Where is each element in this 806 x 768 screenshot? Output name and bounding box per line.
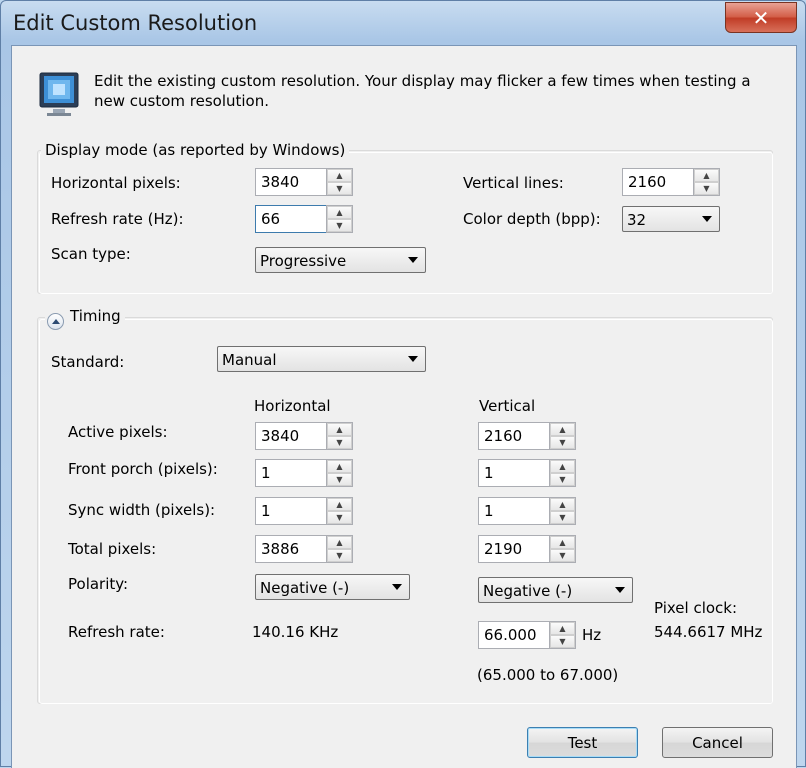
window-title: Edit Custom Resolution <box>13 11 258 35</box>
spin-down-icon[interactable]: ▼ <box>550 511 575 524</box>
hz-unit-label: Hz <box>582 626 602 644</box>
spin-up-icon[interactable]: ▲ <box>327 423 352 436</box>
dialog-window: Edit Custom Resolution ✕ Edit the existi… <box>0 0 806 768</box>
pixel-clock-label: Pixel clock: <box>654 599 738 617</box>
pixel-clock-value: 544.6617 MHz <box>654 623 763 641</box>
chevron-down-icon <box>615 587 625 593</box>
active-pixels-v-spinner: 2160 ▲ ▼ <box>478 422 576 450</box>
color-depth-value: 32 <box>627 211 647 229</box>
timing-legend-label: Timing <box>70 307 121 325</box>
dialog-body: Edit the existing custom resolution. You… <box>11 45 797 768</box>
spin-up-icon[interactable]: ▲ <box>550 498 575 511</box>
spin-down-icon[interactable]: ▼ <box>550 635 575 648</box>
spin-down-icon[interactable]: ▼ <box>327 182 352 195</box>
test-button[interactable]: Test <box>527 727 638 758</box>
chevron-down-icon <box>702 216 712 222</box>
spin-down-icon[interactable]: ▼ <box>694 182 719 195</box>
active-pixels-h-spinner: 3840 ▲ ▼ <box>255 422 353 450</box>
total-pixels-label: Total pixels: <box>68 540 157 558</box>
front-porch-h-spinner: 1 ▲ ▼ <box>255 459 353 487</box>
spin-down-icon[interactable]: ▼ <box>550 436 575 449</box>
vertical-lines-spinner: 2160 ▲ ▼ <box>622 168 720 196</box>
sync-width-v-input[interactable]: 1 <box>478 497 549 525</box>
total-pixels-v-input[interactable]: 2190 <box>478 535 549 563</box>
scan-type-select[interactable]: Progressive <box>255 247 426 273</box>
intro-text: Edit the existing custom resolution. You… <box>94 72 751 110</box>
spin-down-icon[interactable]: ▼ <box>327 549 352 562</box>
standard-value: Manual <box>222 351 277 369</box>
spin-up-icon[interactable]: ▲ <box>327 460 352 473</box>
vertical-refresh-spinner: 66.000 ▲ ▼ <box>478 621 576 649</box>
chevron-down-icon <box>392 584 402 590</box>
vertical-refresh-input[interactable]: 66.000 <box>478 621 549 649</box>
spin-up-icon[interactable]: ▲ <box>327 498 352 511</box>
polarity-h-select[interactable]: Negative (-) <box>255 574 410 600</box>
refresh-range-label: (65.000 to 67.000) <box>477 666 619 684</box>
spin-up-icon[interactable]: ▲ <box>694 169 719 182</box>
sync-width-h-input[interactable]: 1 <box>255 497 326 525</box>
scan-type-value: Progressive <box>260 252 347 270</box>
sync-width-v-spinner: 1 ▲ ▼ <box>478 497 576 525</box>
total-pixels-h-input[interactable]: 3886 <box>255 535 326 563</box>
refresh-rate-hz-label: Refresh rate (Hz): <box>51 210 184 228</box>
close-button[interactable]: ✕ <box>725 2 797 33</box>
chevron-down-icon <box>408 356 418 362</box>
refresh-rate-spinner: 66 ▲ ▼ <box>255 205 353 233</box>
scan-type-label: Scan type: <box>51 245 131 263</box>
spin-down-icon[interactable]: ▼ <box>550 473 575 486</box>
standard-label: Standard: <box>51 353 125 371</box>
sync-width-h-spinner: 1 ▲ ▼ <box>255 497 353 525</box>
refresh-rate-input[interactable]: 66 <box>255 205 326 233</box>
polarity-label: Polarity: <box>68 575 129 593</box>
display-mode-legend: Display mode (as reported by Windows) <box>41 141 350 159</box>
horizontal-refresh-value: 140.16 KHz <box>252 623 339 641</box>
chevron-down-icon <box>408 257 418 263</box>
cancel-button[interactable]: Cancel <box>662 727 773 758</box>
front-porch-v-input[interactable]: 1 <box>478 459 549 487</box>
spin-down-icon[interactable]: ▼ <box>327 219 352 232</box>
spin-down-icon[interactable]: ▼ <box>327 473 352 486</box>
front-porch-v-spinner: 1 ▲ ▼ <box>478 459 576 487</box>
horizontal-pixels-spinner: 3840 ▲ ▼ <box>255 168 353 196</box>
spin-up-icon[interactable]: ▲ <box>550 622 575 635</box>
timing-legend: Timing <box>45 307 125 330</box>
horizontal-pixels-label: Horizontal pixels: <box>51 174 181 192</box>
vertical-column-header: Vertical <box>479 397 536 415</box>
monitor-icon <box>38 71 80 117</box>
spin-up-icon[interactable]: ▲ <box>550 423 575 436</box>
standard-select[interactable]: Manual <box>217 346 426 372</box>
sync-width-label: Sync width (pixels): <box>68 501 216 519</box>
color-depth-select[interactable]: 32 <box>622 206 720 232</box>
vertical-lines-label: Vertical lines: <box>463 174 564 192</box>
active-pixels-label: Active pixels: <box>68 423 168 441</box>
spin-up-icon[interactable]: ▲ <box>327 206 352 219</box>
collapse-icon[interactable] <box>47 313 64 330</box>
spin-down-icon[interactable]: ▼ <box>327 511 352 524</box>
total-pixels-v-spinner: 2190 ▲ ▼ <box>478 535 576 563</box>
front-porch-h-input[interactable]: 1 <box>255 459 326 487</box>
spin-up-icon[interactable]: ▲ <box>327 536 352 549</box>
horizontal-pixels-input[interactable]: 3840 <box>255 168 326 196</box>
spin-up-icon[interactable]: ▲ <box>327 169 352 182</box>
vertical-lines-input[interactable]: 2160 <box>622 168 693 196</box>
polarity-h-value: Negative (-) <box>260 579 350 597</box>
polarity-v-value: Negative (-) <box>483 582 573 600</box>
color-depth-label: Color depth (bpp): <box>463 210 601 228</box>
total-pixels-h-spinner: 3886 ▲ ▼ <box>255 535 353 563</box>
timing-refresh-rate-label: Refresh rate: <box>68 623 165 641</box>
active-pixels-h-input[interactable]: 3840 <box>255 422 326 450</box>
horizontal-column-header: Horizontal <box>254 397 331 415</box>
front-porch-label: Front porch (pixels): <box>68 460 218 478</box>
spin-up-icon[interactable]: ▲ <box>550 460 575 473</box>
active-pixels-v-input[interactable]: 2160 <box>478 422 549 450</box>
spin-down-icon[interactable]: ▼ <box>550 549 575 562</box>
polarity-v-select[interactable]: Negative (-) <box>478 577 633 603</box>
spin-down-icon[interactable]: ▼ <box>327 436 352 449</box>
spin-up-icon[interactable]: ▲ <box>550 536 575 549</box>
